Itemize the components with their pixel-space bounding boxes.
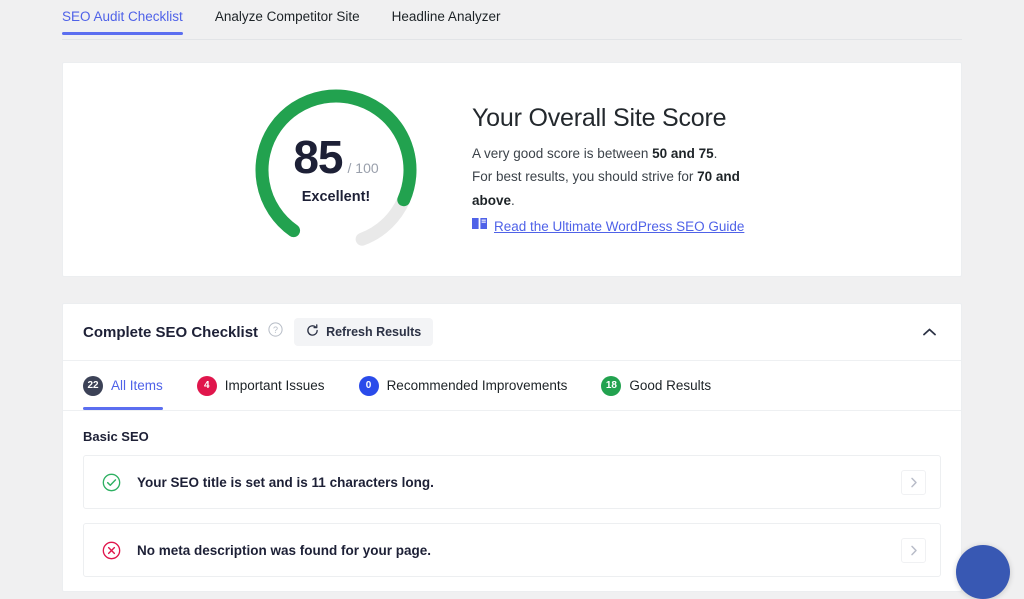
checklist-row[interactable]: Your SEO title is set and is 11 characte…	[83, 455, 941, 509]
filter-label-all-items: All Items	[111, 378, 163, 393]
chevron-up-icon	[923, 323, 936, 341]
filter-tab-good-results[interactable]: 18 Good Results	[601, 361, 711, 410]
score-line-2-suffix: .	[511, 193, 515, 208]
support-chat-bubble[interactable]	[956, 545, 1010, 599]
checklist-row-expand-button[interactable]	[901, 538, 926, 563]
score-line-1-prefix: A very good score is between	[472, 146, 652, 161]
help-icon[interactable]: ?	[268, 322, 283, 342]
score-denominator: / 100	[348, 160, 379, 176]
checklist-group-title: Basic SEO	[83, 429, 941, 444]
refresh-icon	[306, 324, 319, 340]
filter-badge-recommended-improvements: 0	[359, 376, 379, 396]
seo-guide-link[interactable]: Read the Ultimate WordPress SEO Guide	[494, 219, 744, 234]
score-rating-label: Excellent!	[302, 189, 371, 205]
refresh-results-button[interactable]: Refresh Results	[294, 318, 433, 346]
score-description-block: Your Overall Site Score A very good scor…	[472, 104, 772, 236]
score-line-1-bold: 50 and 75	[652, 146, 714, 161]
main-tab-bar: SEO Audit Checklist Analyze Competitor S…	[0, 0, 1024, 40]
checklist-row-text: No meta description was found for your p…	[137, 543, 431, 558]
error-circle-icon	[102, 541, 121, 560]
score-gauge-center: 85 / 100 Excellent!	[252, 86, 420, 254]
filter-tab-recommended-improvements[interactable]: 0 Recommended Improvements	[359, 361, 568, 410]
check-circle-icon	[102, 473, 121, 492]
filter-label-recommended-improvements: Recommended Improvements	[387, 378, 568, 393]
checklist-title: Complete SEO Checklist	[83, 324, 258, 341]
chevron-right-icon	[910, 545, 918, 556]
score-value: 85	[293, 134, 342, 180]
score-description-line-1: A very good score is between 50 and 75.	[472, 142, 772, 166]
checklist-row-expand-button[interactable]	[901, 470, 926, 495]
filter-label-important-issues: Important Issues	[225, 378, 325, 393]
checklist-row[interactable]: No meta description was found for your p…	[83, 523, 941, 577]
score-description-line-2: For best results, you should strive for …	[472, 165, 772, 212]
filter-badge-all-items: 22	[83, 376, 103, 396]
overall-score-card: 85 / 100 Excellent! Your Overall Site Sc…	[62, 62, 962, 277]
score-line-2-prefix: For best results, you should strive for	[472, 169, 697, 184]
chevron-right-icon	[910, 477, 918, 488]
filter-tab-all-items[interactable]: 22 All Items	[83, 361, 163, 410]
checklist-row-text: Your SEO title is set and is 11 characte…	[137, 475, 434, 490]
tab-seo-audit-checklist[interactable]: SEO Audit Checklist	[62, 0, 183, 35]
filter-tab-important-issues[interactable]: 4 Important Issues	[197, 361, 325, 410]
filter-label-good-results: Good Results	[629, 378, 711, 393]
tab-analyze-competitor-site[interactable]: Analyze Competitor Site	[215, 0, 360, 35]
checklist-header: Complete SEO Checklist ? Refresh Results	[63, 304, 961, 361]
svg-text:?: ?	[273, 325, 278, 335]
checklist-filter-tabs: 22 All Items 4 Important Issues 0 Recomm…	[63, 361, 961, 411]
tab-headline-analyzer[interactable]: Headline Analyzer	[392, 0, 501, 35]
filter-badge-important-issues: 4	[197, 376, 217, 396]
score-gauge: 85 / 100 Excellent!	[252, 86, 420, 254]
book-icon	[472, 217, 487, 235]
score-title: Your Overall Site Score	[472, 104, 772, 133]
collapse-checklist-button[interactable]	[917, 320, 941, 344]
score-value-row: 85 / 100	[293, 134, 378, 180]
seo-guide-link-row: Read the Ultimate WordPress SEO Guide	[472, 217, 772, 235]
seo-checklist-card: Complete SEO Checklist ? Refresh Results	[62, 303, 962, 592]
filter-badge-good-results: 18	[601, 376, 621, 396]
score-line-1-suffix: .	[714, 146, 718, 161]
checklist-body: Basic SEO Your SEO title is set and is 1…	[63, 411, 961, 577]
refresh-results-label: Refresh Results	[326, 325, 421, 339]
